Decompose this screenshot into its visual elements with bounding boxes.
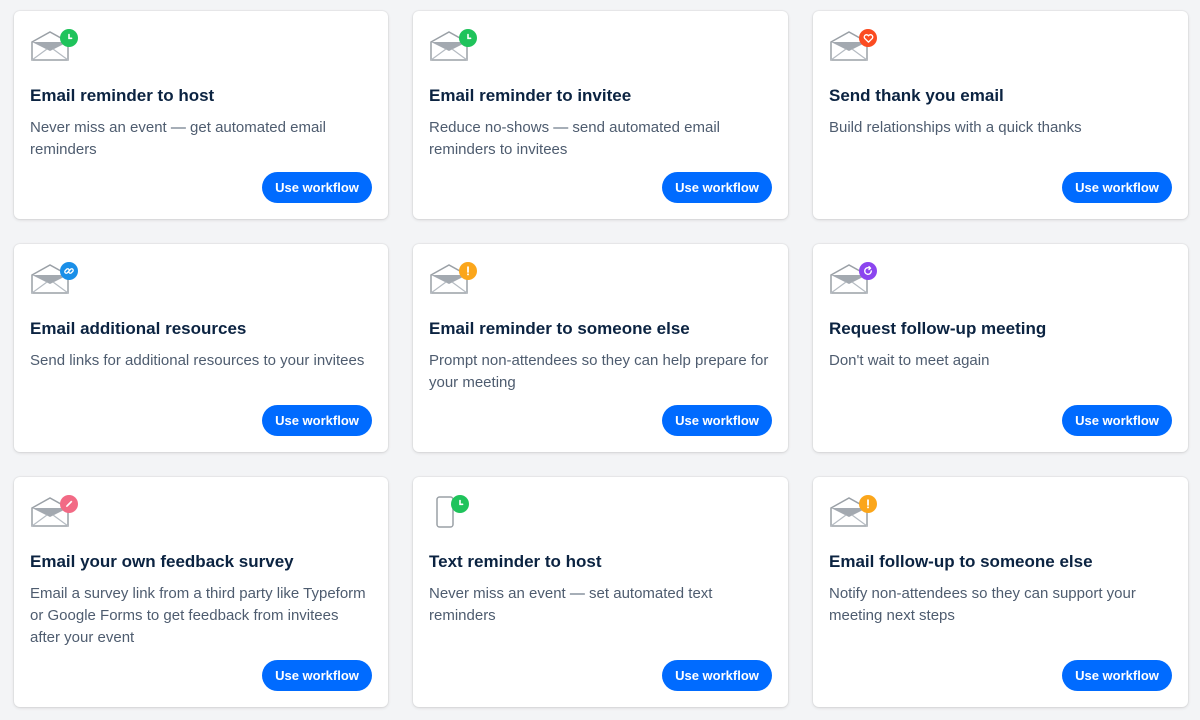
use-workflow-button[interactable]: Use workflow: [262, 405, 372, 436]
clock-icon: [60, 29, 78, 47]
card-description: Build relationships with a quick thanks: [829, 119, 1082, 136]
workflow-card-email-additional-resources: Email additional resources Send links fo…: [14, 244, 388, 452]
card-icon: [429, 262, 483, 306]
workflow-template-grid: Email reminder to host Never miss an eve…: [14, 11, 1188, 707]
card-title: Email reminder to someone else: [429, 319, 690, 338]
workflow-card-text-reminder-host: Text reminder to host Never miss an even…: [413, 477, 788, 707]
use-workflow-button[interactable]: Use workflow: [662, 172, 772, 203]
card-description: Prompt non-attendees so they can help pr…: [429, 352, 769, 391]
workflow-card-email-reminder-host: Email reminder to host Never miss an eve…: [14, 11, 388, 219]
workflow-card-thank-you-email: Send thank you email Build relationships…: [813, 11, 1188, 219]
card-icon: [429, 29, 483, 73]
use-workflow-button[interactable]: Use workflow: [1062, 172, 1172, 203]
card-title: Text reminder to host: [429, 552, 602, 571]
exclamation-icon: [459, 262, 477, 280]
card-title: Send thank you email: [829, 86, 1004, 105]
clock-icon: [451, 495, 469, 513]
pencil-icon: [60, 495, 78, 513]
card-icon: [829, 29, 883, 73]
exclamation-icon: [859, 495, 877, 513]
card-description: Send links for additional resources to y…: [30, 352, 365, 369]
card-description: Don't wait to meet again: [829, 352, 990, 369]
workflow-card-email-reminder-someone-else: Email reminder to someone else Prompt no…: [413, 244, 788, 452]
refresh-icon: [859, 262, 877, 280]
workflow-card-request-follow-up-meeting: Request follow-up meeting Don't wait to …: [813, 244, 1188, 452]
card-title: Email additional resources: [30, 319, 247, 338]
use-workflow-button[interactable]: Use workflow: [662, 405, 772, 436]
card-title: Email your own feedback survey: [30, 552, 294, 571]
workflow-card-feedback-survey: Email your own feedback survey Email a s…: [14, 477, 388, 707]
card-description: Reduce no-shows — send automated email r…: [429, 119, 720, 158]
card-icon: [30, 262, 84, 306]
card-title: Email reminder to host: [30, 86, 215, 105]
card-description: Never miss an event — get automated emai…: [30, 119, 326, 158]
card-title: Email follow-up to someone else: [829, 552, 1093, 571]
card-description: Notify non-attendees so they can support…: [829, 585, 1136, 624]
card-title: Email reminder to invitee: [429, 86, 632, 105]
card-description: Never miss an event — set automated text…: [429, 585, 713, 624]
card-icon: [829, 495, 883, 539]
card-icon: [30, 495, 84, 539]
use-workflow-button[interactable]: Use workflow: [1062, 405, 1172, 436]
card-title: Request follow-up meeting: [829, 319, 1047, 338]
use-workflow-button[interactable]: Use workflow: [262, 660, 372, 691]
heart-icon: [859, 29, 877, 47]
card-icon: [829, 262, 883, 306]
card-icon: [30, 29, 84, 73]
link-icon: [60, 262, 78, 280]
workflow-card-email-reminder-invitee: Email reminder to invitee Reduce no-show…: [413, 11, 788, 219]
use-workflow-button[interactable]: Use workflow: [1062, 660, 1172, 691]
card-description: Email a survey link from a third party l…: [30, 585, 366, 646]
clock-icon: [459, 29, 477, 47]
use-workflow-button[interactable]: Use workflow: [262, 172, 372, 203]
card-icon: [429, 495, 483, 539]
workflow-card-email-follow-up-someone-else: Email follow-up to someone else Notify n…: [813, 477, 1188, 707]
use-workflow-button[interactable]: Use workflow: [662, 660, 772, 691]
